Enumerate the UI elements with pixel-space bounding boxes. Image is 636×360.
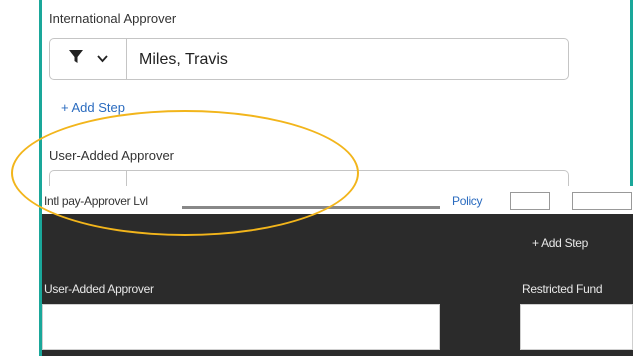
international-approver-field[interactable]: Miles, Travis bbox=[49, 38, 569, 80]
glitch-select[interactable] bbox=[572, 192, 632, 210]
user-added-approver-input[interactable] bbox=[42, 304, 440, 350]
approver-value: Miles, Travis bbox=[139, 51, 228, 68]
restricted-fund-label: Restricted Fund bbox=[522, 282, 603, 296]
user-added-approver-label: User-Added Approver bbox=[44, 282, 154, 296]
filter-dropdown-button[interactable] bbox=[50, 39, 127, 79]
chevron-down-icon bbox=[96, 50, 108, 68]
international-approver-label: International Approver bbox=[49, 11, 177, 26]
glitch-select[interactable] bbox=[510, 192, 550, 210]
add-step-link[interactable]: + Add Step bbox=[61, 100, 125, 115]
dark-glitch-region: + Add Step User-Added Approver Restricte… bbox=[42, 214, 633, 356]
restricted-fund-input[interactable] bbox=[520, 304, 633, 350]
filter-icon bbox=[68, 49, 83, 69]
highlight-oval bbox=[11, 110, 359, 236]
policy-link[interactable]: Policy bbox=[452, 194, 483, 208]
add-step-link[interactable]: + Add Step bbox=[532, 236, 588, 250]
